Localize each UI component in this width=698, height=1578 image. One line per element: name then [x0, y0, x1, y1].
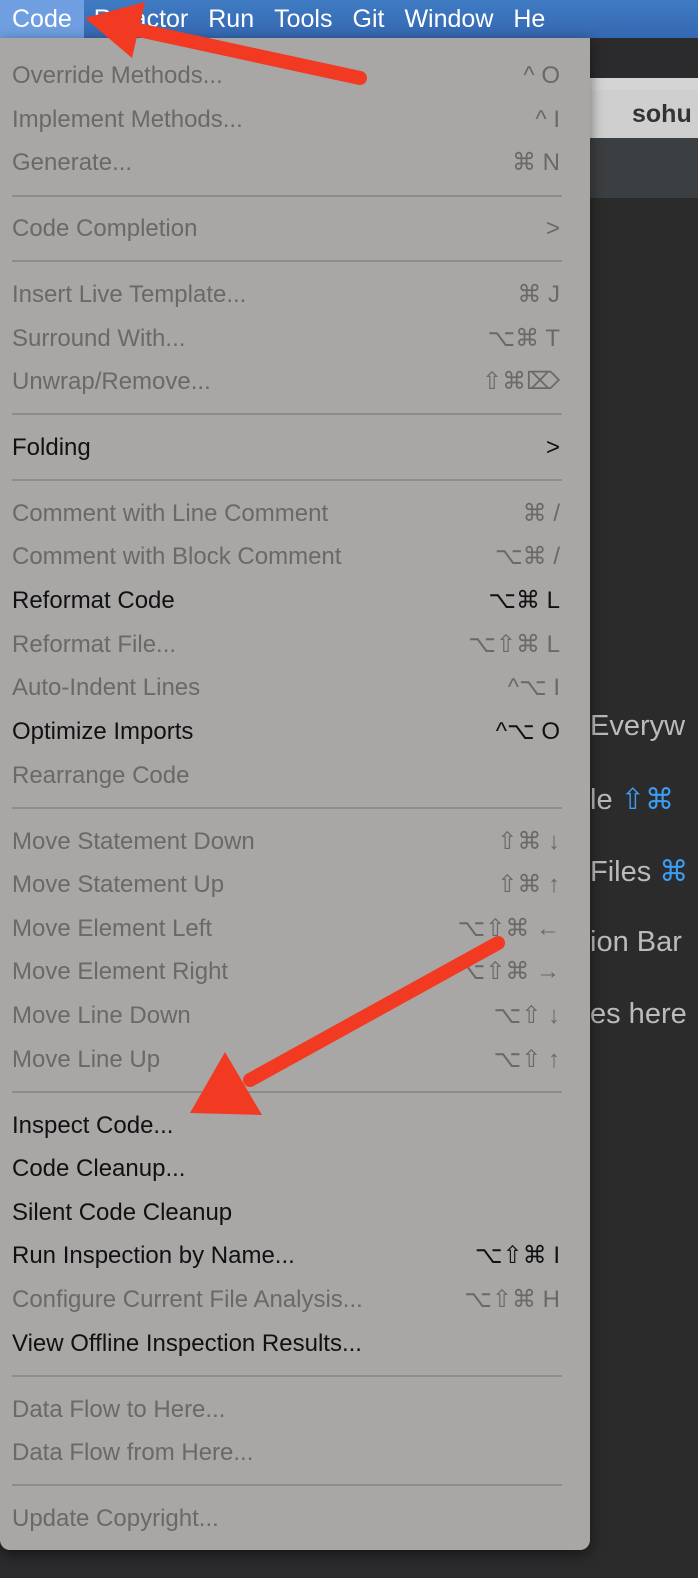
- menubar-code[interactable]: Code: [0, 0, 84, 38]
- menu-item-comment-line[interactable]: Comment with Line Comment ⌘ /: [12, 493, 572, 535]
- menu-separator: [12, 807, 562, 809]
- menu-item-generate[interactable]: Generate... ⌘ N: [12, 142, 572, 184]
- menu-item-rearrange-code[interactable]: Rearrange Code: [12, 755, 572, 797]
- code-menu-dropdown: Override Methods... ^ O Implement Methods…: [0, 38, 590, 1550]
- menu-item-comment-block[interactable]: Comment with Block Comment ⌥⌘ /: [12, 536, 572, 578]
- menu-item-folding[interactable]: Folding >: [12, 427, 572, 469]
- menu-separator: [12, 1091, 562, 1093]
- menu-item-move-element-left[interactable]: Move Element Left ⌥⇧⌘ ←: [12, 908, 572, 950]
- hint-go-to-file: le ⇧⌘: [590, 784, 674, 816]
- submenu-chevron-icon: >: [545, 434, 560, 461]
- menu-item-override-methods[interactable]: Override Methods... ^ O: [12, 55, 572, 97]
- menu-item-move-statement-down[interactable]: Move Statement Down ⇧⌘ ↓: [12, 821, 572, 863]
- menubar-refactor[interactable]: Refactor: [84, 0, 198, 38]
- menubar-tools[interactable]: Tools: [264, 0, 342, 38]
- menu-item-configure-file-analysis[interactable]: Configure Current File Analysis... ⌥⇧⌘ H: [12, 1279, 572, 1321]
- menu-item-data-flow-to-here[interactable]: Data Flow to Here...: [12, 1389, 572, 1431]
- menu-item-code-completion[interactable]: Code Completion >: [12, 208, 572, 250]
- menu-separator: [12, 413, 562, 415]
- menu-item-update-copyright[interactable]: Update Copyright...: [12, 1498, 572, 1540]
- menu-item-insert-live-template[interactable]: Insert Live Template... ⌘ J: [12, 274, 572, 316]
- menu-separator: [12, 195, 562, 197]
- menu-item-optimize-imports[interactable]: Optimize Imports ^⌥ O: [12, 711, 572, 753]
- menu-item-data-flow-from-here[interactable]: Data Flow from Here...: [12, 1432, 572, 1474]
- menu-item-move-element-right[interactable]: Move Element Right ⌥⇧⌘ →: [12, 951, 572, 993]
- hint-recent-files: Files ⌘: [590, 856, 689, 888]
- menu-separator: [12, 1484, 562, 1486]
- menu-item-unwrap-remove[interactable]: Unwrap/Remove... ⇧⌘⌦: [12, 361, 572, 403]
- menu-separator: [12, 1375, 562, 1377]
- menu-item-auto-indent-lines[interactable]: Auto-Indent Lines ^⌥ I: [12, 667, 572, 709]
- editor-tab[interactable]: sohu: [590, 90, 698, 138]
- submenu-chevron-icon: >: [545, 215, 560, 242]
- menu-item-silent-code-cleanup[interactable]: Silent Code Cleanup: [12, 1192, 572, 1234]
- menubar-run[interactable]: Run: [198, 0, 264, 38]
- menubar-help[interactable]: He: [503, 0, 555, 38]
- menu-bar: Code Refactor Run Tools Git Window He: [0, 0, 698, 38]
- menu-item-move-line-up[interactable]: Move Line Up ⌥⇧ ↑: [12, 1039, 572, 1081]
- hint-navigation-bar: ion Bar: [590, 926, 682, 958]
- menu-item-reformat-file[interactable]: Reformat File... ⌥⇧⌘ L: [12, 624, 572, 666]
- menubar-window[interactable]: Window: [394, 0, 503, 38]
- menu-item-surround-with[interactable]: Surround With... ⌥⌘ T: [12, 318, 572, 360]
- menu-separator: [12, 260, 562, 262]
- hint-drop-files: es here: [590, 998, 687, 1030]
- menu-item-implement-methods[interactable]: Implement Methods... ^ I: [12, 99, 572, 141]
- menu-item-code-cleanup[interactable]: Code Cleanup...: [12, 1148, 572, 1190]
- hint-search-everywhere: Everyw: [590, 710, 686, 742]
- menu-item-move-statement-up[interactable]: Move Statement Up ⇧⌘ ↑: [12, 864, 572, 906]
- menu-item-move-line-down[interactable]: Move Line Down ⌥⇧ ↓: [12, 995, 572, 1037]
- menu-item-run-inspection-by-name[interactable]: Run Inspection by Name... ⌥⇧⌘ I: [12, 1235, 572, 1277]
- menu-item-view-offline-inspection[interactable]: View Offline Inspection Results...: [12, 1323, 572, 1365]
- menubar-git[interactable]: Git: [343, 0, 395, 38]
- menu-item-reformat-code[interactable]: Reformat Code ⌥⌘ L: [12, 580, 572, 622]
- menu-separator: [12, 479, 562, 481]
- menu-item-inspect-code[interactable]: Inspect Code...: [12, 1105, 572, 1147]
